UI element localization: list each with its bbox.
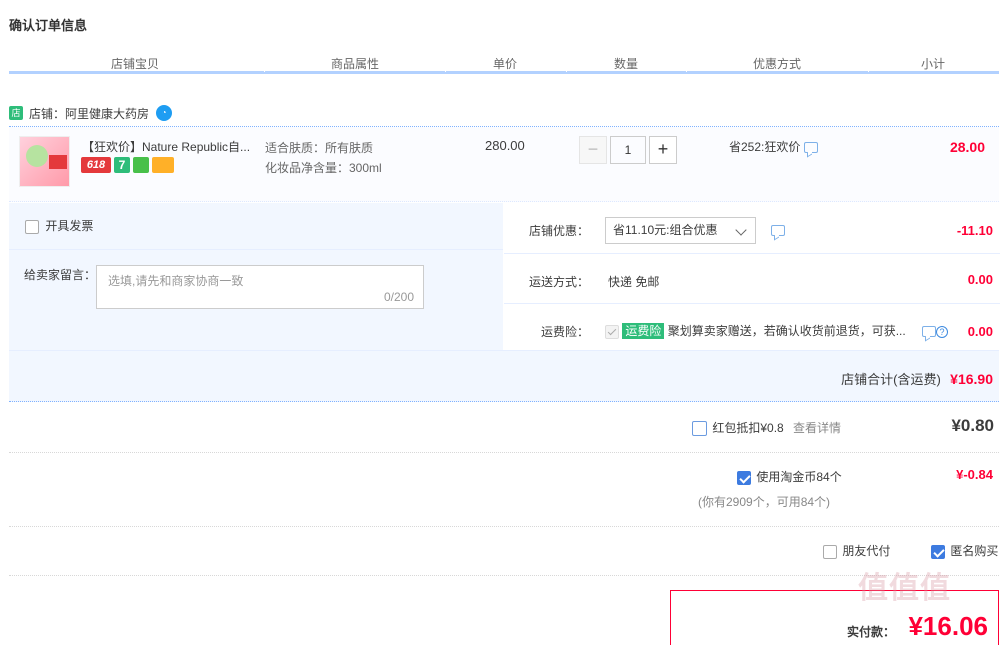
col-subtotal: 小计 xyxy=(920,57,946,71)
item-promo: 省252:狂欢价 xyxy=(729,138,819,155)
wangwang-icon[interactable]: ◔ xyxy=(156,105,173,121)
product-badges: 618 7 xyxy=(81,157,174,173)
message-icon[interactable] xyxy=(771,223,785,237)
insurance-label: 运费险： xyxy=(541,325,590,339)
anonymous-checkbox[interactable] xyxy=(931,544,945,559)
divider xyxy=(9,526,999,527)
redpacket-option[interactable]: 红包抵扣¥0.8 查看详情 xyxy=(692,419,841,437)
message-label: 给卖家留言： xyxy=(24,268,97,282)
divider xyxy=(9,452,999,453)
invoice-option[interactable]: 开具发票 xyxy=(25,217,93,234)
insurance-icons: ? xyxy=(922,324,948,338)
friend-pay-label: 朋友代付 xyxy=(842,544,891,558)
insurance-amount: 0.00 xyxy=(967,324,993,339)
shipping-label: 运送方式： xyxy=(529,275,590,289)
taojinbi-checkbox[interactable] xyxy=(737,470,751,485)
seller-message-input[interactable]: 选填,请先和商家协商一致 0/200 xyxy=(96,265,424,309)
invoice-label: 开具发票 xyxy=(45,219,94,233)
redpacket-checkbox[interactable] xyxy=(692,421,707,437)
quantity-stepper: − 1 + xyxy=(579,136,677,164)
anonymous-label: 匿名购买 xyxy=(950,544,999,558)
quantity-input[interactable]: 1 xyxy=(610,136,646,164)
attr-skin-type: 适合肤质：所有肤质 xyxy=(265,141,374,155)
shop-discount-amount: -11.10 xyxy=(956,223,993,238)
left-options: 开具发票 给卖家留言： 选填,请先和商家协商一致 0/200 xyxy=(9,203,503,350)
taojinbi-note: (你有2909个，可用84个) xyxy=(698,495,831,509)
shop-discount-select[interactable]: 省11.10元:组合优惠 xyxy=(605,217,756,244)
final-amount: ¥16.06 xyxy=(908,611,988,641)
col-discount: 优惠方式 xyxy=(752,57,802,71)
message-counter: 0/200 xyxy=(383,290,414,304)
insurance-option: 运费险 聚划算卖家赠送，若确认收货前退货，可获... xyxy=(605,322,906,339)
insurance-tag: 运费险 xyxy=(622,323,665,339)
shipping-method: 快递 免邮 xyxy=(608,275,660,289)
shop-discount-value: 省11.10元:组合优惠 xyxy=(613,223,718,237)
friend-pay-checkbox[interactable] xyxy=(823,544,837,559)
taojinbi-amount: ¥-0.84 xyxy=(956,467,993,482)
column-header: 店铺宝贝 商品属性 单价 数量 优惠方式 小计 xyxy=(9,52,999,74)
col-attributes: 商品属性 xyxy=(330,57,380,71)
page-title: 确认订单信息 xyxy=(9,18,88,33)
quantity-minus-button[interactable]: − xyxy=(579,136,607,164)
badge-7day-return-icon: 7 xyxy=(114,157,130,173)
product-thumbnail[interactable] xyxy=(19,136,70,187)
quantity-plus-button[interactable]: + xyxy=(649,136,677,164)
shop-discount-label: 店铺优惠： xyxy=(529,224,590,238)
chevron-down-icon xyxy=(735,224,747,236)
shipping-amount: 0.00 xyxy=(967,272,993,287)
shop-name[interactable]: 店铺：阿里健康大药房 xyxy=(29,105,149,122)
divider xyxy=(9,575,999,576)
col-quantity: 数量 xyxy=(613,57,639,71)
shop-header: 店 店铺：阿里健康大药房 ◔ xyxy=(9,103,173,123)
message-placeholder: 选填,请先和商家协商一致 xyxy=(108,274,244,288)
message-icon[interactable] xyxy=(922,326,936,338)
insurance-desc: 聚划算卖家赠送，若确认收货前退货，可获... xyxy=(667,324,906,338)
taojinbi-option[interactable]: 使用淘金币84个 xyxy=(737,468,842,485)
attr-volume: 化妆品净含量：300ml xyxy=(265,161,382,175)
col-shop-item: 店铺宝贝 xyxy=(110,57,160,71)
shop-total-label: 店铺合计(含运费) xyxy=(841,372,941,387)
item-subtotal: 28.00 xyxy=(949,139,985,155)
taojinbi-label: 使用淘金币84个 xyxy=(756,470,842,484)
badge-card-icon xyxy=(152,157,174,173)
final-label: 实付款： xyxy=(847,625,896,639)
item-promo-label: 省252:狂欢价 xyxy=(729,140,801,154)
help-icon[interactable]: ? xyxy=(936,325,948,338)
shop-total: 店铺合计(含运费) ¥16.90 xyxy=(841,369,993,388)
right-options: 店铺优惠： 省11.10元:组合优惠 -11.10 运送方式： 快递 免邮 0.… xyxy=(503,203,1000,350)
shop-icon: 店 xyxy=(9,106,23,120)
watermark: 值值值 xyxy=(858,572,951,605)
redpacket-amount: ¥0.80 xyxy=(951,416,994,435)
redpacket-label: 红包抵扣¥0.8 xyxy=(712,421,784,435)
shop-total-value: ¥16.90 xyxy=(950,371,993,387)
anonymous-option[interactable]: 匿名购买 xyxy=(931,542,998,559)
col-unit-price: 单价 xyxy=(492,57,518,71)
badge-bag-icon xyxy=(133,157,149,173)
product-name[interactable]: 【狂欢价】Nature Republic自... xyxy=(82,138,262,155)
order-item-row: 【狂欢价】Nature Republic自... 618 7 适合肤质：所有肤质… xyxy=(9,127,999,202)
badge-618-icon: 618 xyxy=(81,157,111,173)
unit-price: 280.00 xyxy=(485,138,525,153)
shop-options-panel: 开具发票 给卖家留言： 选填,请先和商家协商一致 0/200 店铺优惠： 省11… xyxy=(9,203,1000,402)
redpacket-details-link[interactable]: 查看详情 xyxy=(793,421,841,435)
invoice-checkbox[interactable] xyxy=(25,219,39,234)
insurance-checkbox xyxy=(605,324,619,339)
message-icon[interactable] xyxy=(804,142,819,154)
friend-pay-option[interactable]: 朋友代付 xyxy=(823,542,890,559)
